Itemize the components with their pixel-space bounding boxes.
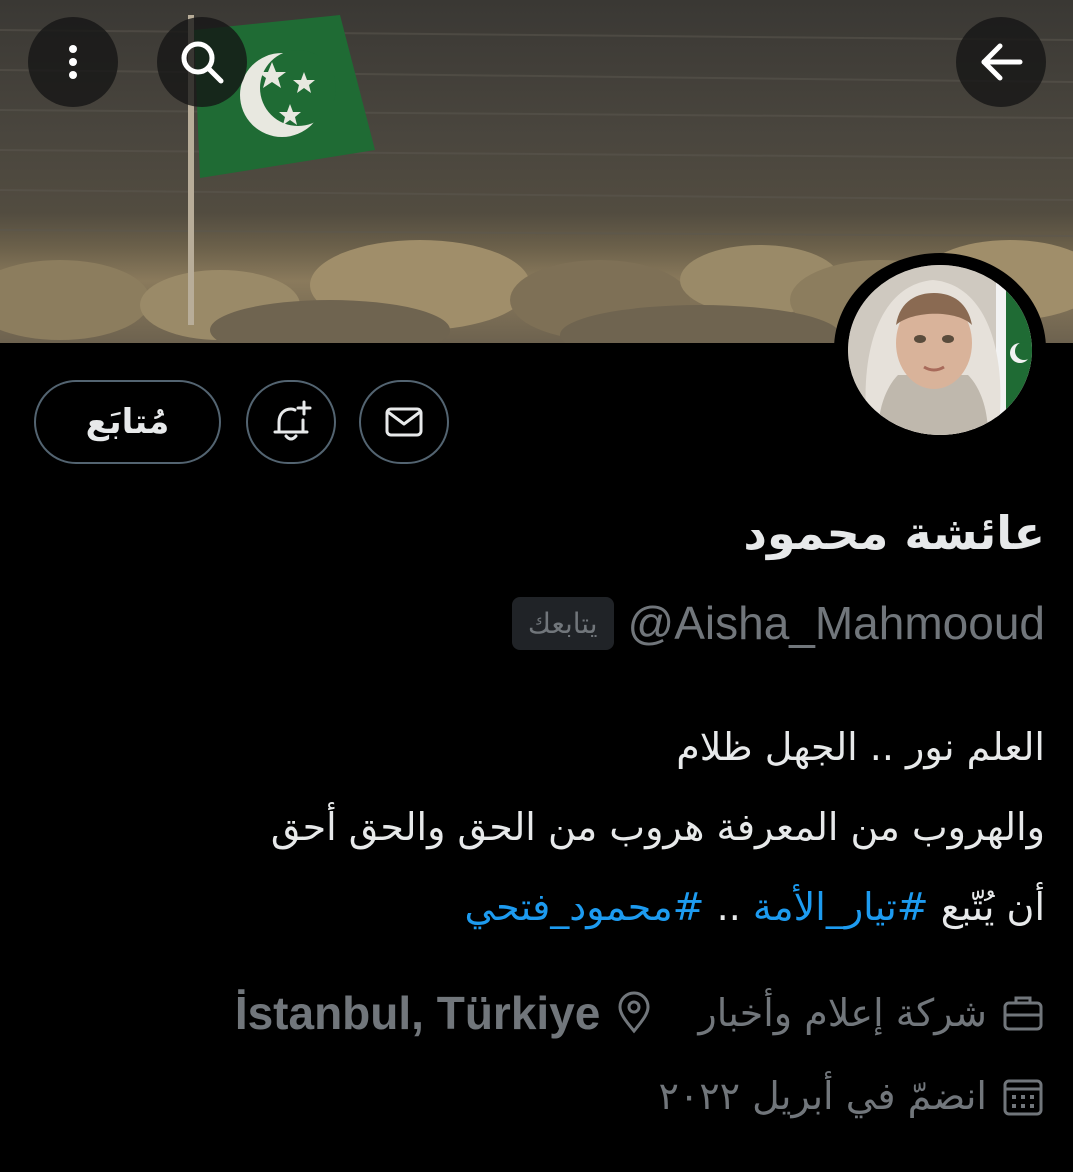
location-pin-icon — [618, 991, 650, 1034]
bio-text: أن يُتّبع — [928, 885, 1045, 929]
bell-plus-icon — [273, 400, 312, 441]
back-button[interactable] — [956, 17, 1046, 107]
profile-location: İstanbul, Türkiye — [234, 987, 601, 1039]
follows-you-badge: يتابعك — [511, 596, 614, 650]
bio-line-2: والهروب من المعرفة هروب من الحق والحق أح… — [270, 805, 1045, 849]
calendar-icon — [1003, 1079, 1043, 1116]
following-button-label: مُتابَع — [85, 402, 170, 442]
profile-handle: @Aisha_Mahmooud — [627, 597, 1045, 649]
avatar-image — [848, 265, 1032, 435]
notifications-button[interactable] — [246, 380, 336, 464]
search-button[interactable] — [157, 17, 247, 107]
bio-line-3: أن يُتّبع #تيار_الأمة .. #محمود_فتحي — [35, 867, 1045, 947]
more-vertical-icon — [69, 45, 77, 79]
more-options-button[interactable] — [28, 17, 118, 107]
handle-row: يتابعك @Aisha_Mahmooud — [511, 596, 1045, 650]
profile-bio: العلم نور .. الجهل ظلام والهروب من المعر… — [35, 707, 1045, 947]
briefcase-icon — [1003, 996, 1043, 1031]
profile-category: شركة إعلام وأخبار — [698, 991, 987, 1035]
joined-date: انضمّ في أبريل ٢٠٢٢ — [658, 1074, 987, 1118]
hashtag-link-2[interactable]: #محمود_فتحي — [464, 885, 704, 929]
arrow-left-icon — [981, 43, 1023, 81]
profile-avatar[interactable] — [834, 253, 1046, 445]
message-button[interactable] — [359, 380, 449, 464]
profile-meta-row: شركة إعلام وأخبار İstanbul, Türkiye — [235, 986, 1045, 1040]
bio-separator: .. — [704, 885, 753, 929]
mail-icon — [385, 407, 423, 437]
following-button[interactable]: مُتابَع — [34, 380, 221, 464]
joined-row: انضمّ في أبريل ٢٠٢٢ — [658, 1074, 1045, 1118]
hashtag-link-1[interactable]: #تيار_الأمة — [753, 885, 929, 929]
profile-name: عائشة محمود — [743, 506, 1045, 560]
bio-line-1: العلم نور .. الجهل ظلام — [676, 725, 1045, 769]
search-icon — [181, 41, 224, 84]
